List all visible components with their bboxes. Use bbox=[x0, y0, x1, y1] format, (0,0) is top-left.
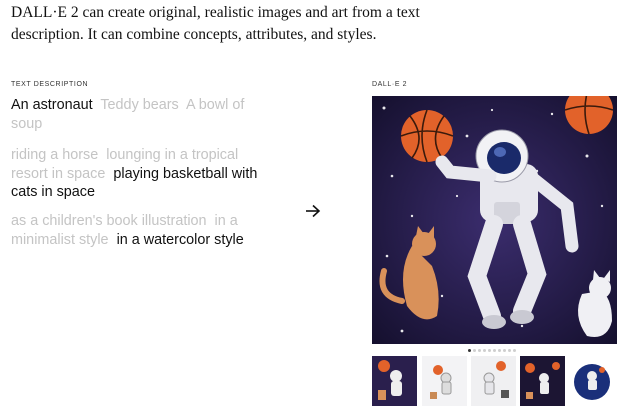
thumbnail-1[interactable] bbox=[372, 356, 417, 406]
style-options: as a children's book illustration in a m… bbox=[11, 212, 271, 249]
style-option-childrens-book[interactable]: as a children's book illustration bbox=[11, 213, 207, 229]
image-label: DALL·E 2 bbox=[372, 81, 408, 88]
action-options: riding a horse lounging in a tropical re… bbox=[11, 146, 271, 202]
generated-image[interactable] bbox=[372, 96, 617, 344]
carousel-dot[interactable] bbox=[488, 349, 491, 352]
carousel-dot[interactable] bbox=[468, 349, 471, 352]
subject-option-astronaut[interactable]: An astronaut bbox=[11, 97, 93, 113]
carousel-dot[interactable] bbox=[493, 349, 496, 352]
text-description-label: TEXT DESCRIPTION bbox=[11, 81, 89, 88]
carousel-dot[interactable] bbox=[483, 349, 486, 352]
right-arrow-icon bbox=[306, 204, 321, 218]
astronaut-basketball-illustration bbox=[372, 96, 617, 344]
thumbnail-3-art bbox=[471, 356, 516, 406]
carousel-dot[interactable] bbox=[473, 349, 476, 352]
thumbnail-2-art bbox=[422, 356, 467, 406]
style-option-watercolor[interactable]: in a watercolor style bbox=[117, 232, 244, 248]
thumbnail-1-art bbox=[372, 356, 417, 406]
carousel-dot[interactable] bbox=[478, 349, 481, 352]
thumbnail-strip bbox=[372, 356, 618, 406]
carousel-dot[interactable] bbox=[498, 349, 501, 352]
carousel-dot[interactable] bbox=[503, 349, 506, 352]
carousel-dot[interactable] bbox=[508, 349, 511, 352]
action-option-riding-horse[interactable]: riding a horse bbox=[11, 147, 98, 163]
intro-text: DALL·E 2 can create original, realistic … bbox=[11, 4, 420, 43]
thumbnail-4-art bbox=[520, 356, 565, 406]
subject-option-teddy-bears[interactable]: Teddy bears bbox=[100, 97, 178, 113]
subject-options: An astronaut Teddy bears A bowl of soup bbox=[11, 96, 271, 133]
thumbnail-2[interactable] bbox=[422, 356, 467, 406]
thumbnail-4[interactable] bbox=[520, 356, 565, 406]
thumbnail-5-art bbox=[570, 356, 615, 406]
thumbnail-5[interactable] bbox=[570, 356, 615, 406]
carousel-dot[interactable] bbox=[513, 349, 516, 352]
thumbnail-3[interactable] bbox=[471, 356, 516, 406]
